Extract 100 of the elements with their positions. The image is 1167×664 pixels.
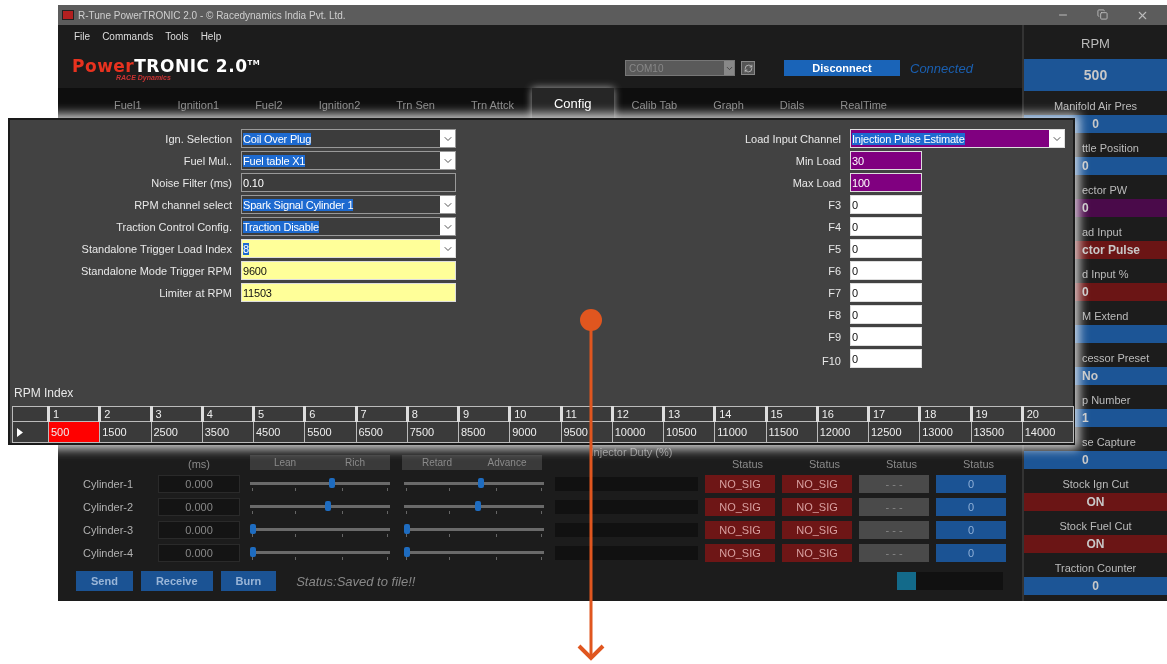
slider-thumb[interactable] [250,523,256,534]
trim-slider[interactable] [250,544,390,561]
tab[interactable]: Config [532,88,614,120]
status-cell: 0 [936,543,1006,562]
pw-field: 0.000 [158,520,240,539]
dropdown-field[interactable]: Coil Over Plug [241,129,456,148]
slider-thumb[interactable] [325,500,332,511]
dropdown-field[interactable]: 8 [241,239,456,258]
column-header: Status [807,458,842,470]
menu-item[interactable]: File [74,31,91,42]
dropdown-field[interactable]: Fuel table X1 [241,151,456,170]
field-label: Limiter at RPM [158,286,232,299]
input-field[interactable]: 30 [850,151,922,170]
tab[interactable]: RealTime [822,92,905,120]
dropdown-field[interactable]: Injection Pulse Estimate [850,129,1065,148]
slider-thumb[interactable] [475,500,481,511]
column-header: Status [961,458,996,470]
input-field[interactable]: 0 [850,239,922,258]
trim-slider[interactable] [250,521,390,538]
trim-slider[interactable] [404,521,544,538]
disconnect-button[interactable]: Disconnect [784,60,900,76]
action-button[interactable]: Burn [220,571,277,591]
field-label: F8 [827,308,841,321]
input-field[interactable]: 0 [850,305,922,324]
field-label: Standalone Trigger Load Index [80,242,232,255]
input-field[interactable]: 9600 [241,261,456,280]
gauge-label: M Extend [1081,309,1130,324]
action-button[interactable]: Receive [140,571,213,591]
column-header: 12 [612,406,664,422]
input-field[interactable]: 0 [850,217,922,236]
slider-thumb[interactable] [404,546,410,557]
refresh-icon [743,63,753,73]
status-cell: NO_SIG [705,520,775,539]
trim-slider[interactable] [250,475,390,492]
input-field[interactable]: 100 [850,173,922,192]
gauge-value: 0 [1024,451,1167,469]
refresh-button[interactable] [741,61,755,75]
menu-item[interactable]: Help [200,31,222,42]
tab[interactable]: Fuel1 [96,92,160,120]
gauge-label: ector PW [1081,183,1129,198]
column-header: 16 [817,406,869,422]
status-cell: - - - [859,497,929,516]
menu-item[interactable]: Tools [165,31,189,42]
input-field[interactable]: 0 [850,261,922,280]
trim-slider[interactable] [404,544,544,561]
window-title: R-Tune PowerTRONIC 2.0 - © Racedynamics India Pvt. Ltd. [78,9,347,21]
gauge-label: p Number [1081,393,1132,408]
status-cell: 0 [936,497,1006,516]
input-field[interactable]: 0 [850,349,922,368]
input-field[interactable]: 0 [850,195,922,214]
dropdown-field[interactable]: Spark Signal Cylinder 1 [241,195,456,214]
column-header: 19 [971,406,1023,422]
input-field[interactable]: 11503 [241,283,456,302]
status-cell: 0 [936,520,1006,539]
column-header: (ms) [187,458,211,470]
field-label: F5 [827,242,841,255]
trim-slider[interactable] [250,498,390,515]
restore-icon[interactable] [1097,8,1108,20]
tab[interactable]: Ignition1 [159,92,238,120]
column-header: 15 [766,406,818,422]
tab[interactable]: Calib Tab [613,92,696,120]
status-cell: NO_SIG [705,543,775,562]
slider-thumb[interactable] [250,546,256,557]
action-button[interactable]: Send [76,571,133,591]
cylinder-label: Cylinder-4 [82,546,135,559]
column-header: 3 [151,406,203,422]
column-header: 9 [458,406,510,422]
dropdown-field[interactable]: Traction Disable [241,217,456,236]
tab[interactable]: Trn Attck [453,92,532,120]
tab[interactable]: Graph [695,92,762,120]
menu-item[interactable]: Commands [102,31,154,42]
trim-slider[interactable] [404,475,544,492]
field-label: RPM channel select [133,198,232,211]
input-field[interactable]: 0 [850,283,922,302]
gauge-value: ON [1024,535,1167,553]
field-label: F6 [827,264,841,277]
column-header: 13 [663,406,715,422]
field-label: F4 [827,220,841,233]
gauge-value: 500 [1024,59,1167,91]
column-header: 5 [253,406,305,422]
trim-slider[interactable] [404,498,544,515]
tab[interactable]: Trn Sen [378,92,453,120]
column-header: 17 [868,406,920,422]
field-label: F9 [827,330,841,343]
input-field[interactable]: 0 [850,327,922,346]
tab[interactable]: Ignition2 [300,92,379,120]
slider-thumb[interactable] [404,523,410,534]
input-field[interactable]: 0.10 [241,173,456,192]
column-header: 6 [304,406,356,422]
status-cell: NO_SIG [782,474,852,493]
column-header: Status [730,458,765,470]
status-cell: 0 [936,474,1006,493]
gauge-value: 0 [1024,577,1167,595]
tab[interactable]: Dials [761,92,823,120]
field-label: Noise Filter (ms) [150,176,232,189]
slider-thumb[interactable] [329,477,336,488]
tab[interactable]: Fuel2 [237,92,301,120]
column-header: 20 [1022,406,1074,422]
slider-thumb[interactable] [477,477,484,488]
pw-field: 0.000 [158,543,240,562]
